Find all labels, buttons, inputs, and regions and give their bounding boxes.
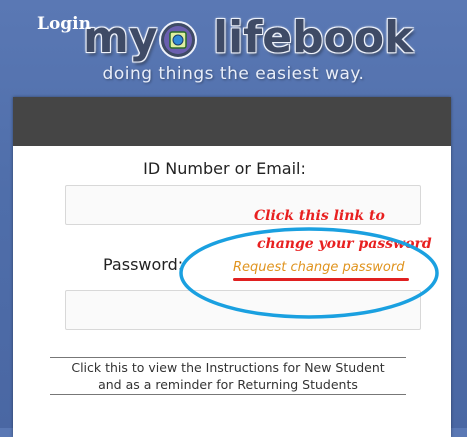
annotation-line-2: change your password bbox=[257, 236, 432, 252]
password-input[interactable] bbox=[65, 290, 421, 330]
annotation-line-1: Click this link to bbox=[254, 208, 385, 224]
login-header bbox=[13, 97, 451, 146]
logo-word-my: my bbox=[83, 12, 158, 63]
id-label: ID Number or Email: bbox=[143, 159, 306, 178]
instructions-line-2: and as a reminder for Returning Students bbox=[98, 377, 358, 392]
password-label: Password: bbox=[103, 255, 184, 274]
instructions-line-1: Click this to view the Instructions for … bbox=[71, 360, 385, 375]
logo-word-lifebook: lifebook bbox=[213, 12, 414, 63]
instructions-link[interactable]: Click this to view the Instructions for … bbox=[50, 357, 406, 395]
book-badge-icon bbox=[159, 21, 197, 59]
login-title: Login bbox=[37, 14, 91, 34]
annotation-underline bbox=[233, 278, 409, 281]
request-change-password-link[interactable]: Request change password bbox=[233, 260, 404, 275]
tagline: doing things the easiest way. bbox=[102, 64, 365, 84]
